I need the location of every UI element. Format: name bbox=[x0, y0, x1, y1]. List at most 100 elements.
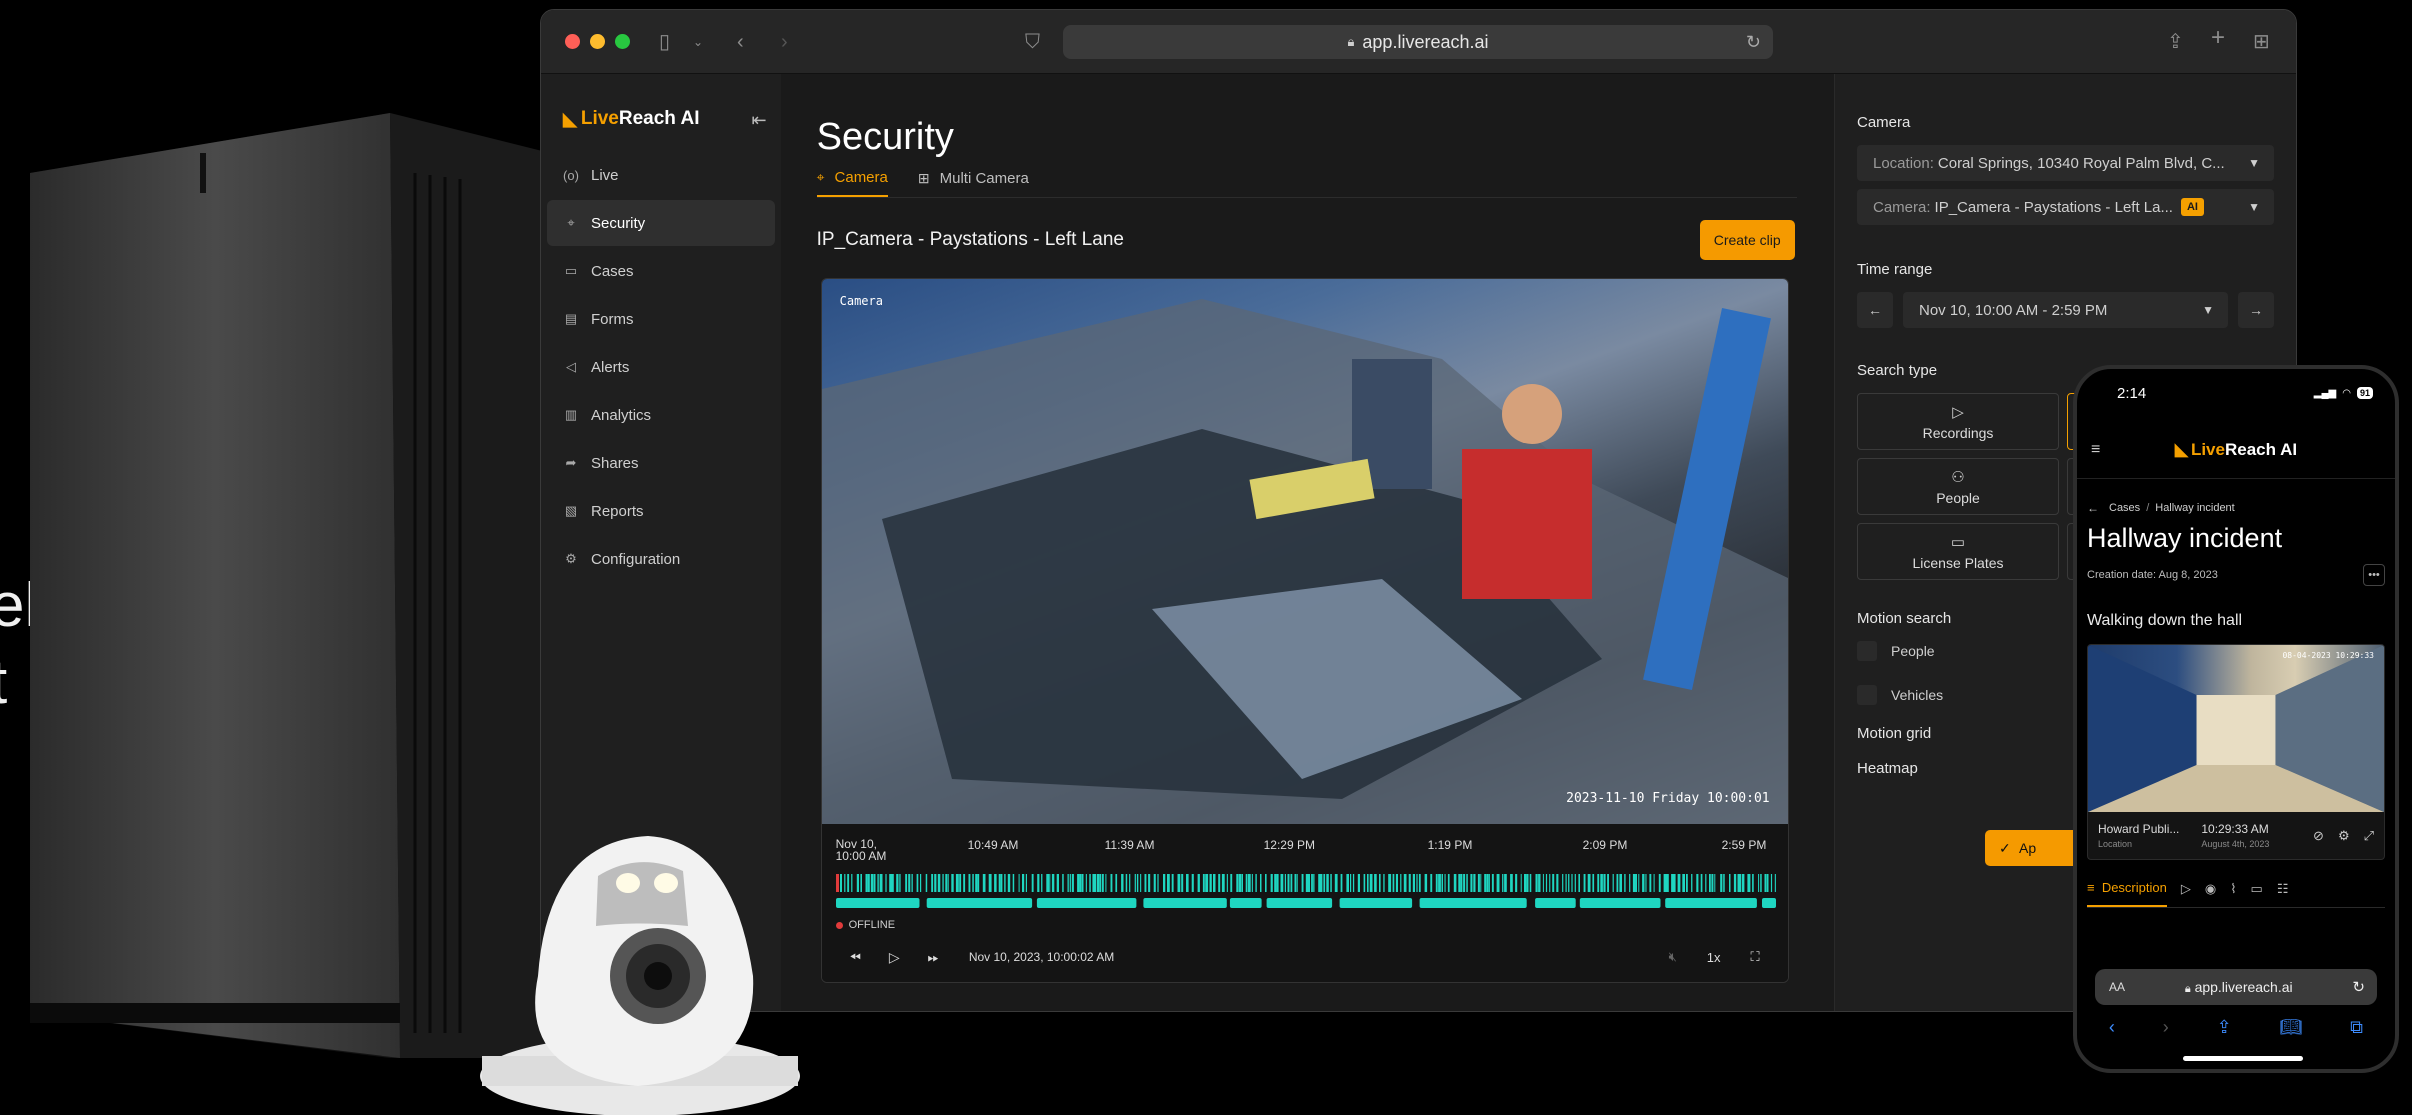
shield-icon[interactable]: ⛉ bbox=[1025, 32, 1040, 52]
activity-mark bbox=[1134, 874, 1136, 892]
share-icon[interactable]: ⇪ bbox=[2167, 32, 2184, 52]
activity-mark bbox=[1477, 874, 1480, 892]
sidebar-item-reports[interactable]: ▧ Reports bbox=[547, 488, 775, 534]
activity-mark bbox=[1623, 874, 1626, 892]
maximize-window-button[interactable] bbox=[615, 34, 630, 49]
activity-mark bbox=[1470, 874, 1473, 892]
timeline-tick: Nov 10, 10:00 AM bbox=[835, 837, 887, 863]
activity-mark bbox=[1649, 874, 1651, 892]
activity-mark bbox=[1713, 874, 1715, 892]
search-type-license-plates[interactable]: ▭ License Plates bbox=[1857, 523, 2059, 580]
search-type-label: Recordings bbox=[1922, 424, 1994, 441]
offline-dot bbox=[835, 921, 843, 929]
forward-arrow-icon[interactable]: › bbox=[2163, 1017, 2169, 1038]
fast-forward-icon[interactable]: ⏩︎ bbox=[928, 949, 939, 966]
address-bar[interactable]: 🔒︎ app.livereach.ai ↻ bbox=[1063, 25, 1773, 59]
activity-mark bbox=[1067, 874, 1069, 892]
activity-mark bbox=[1040, 874, 1043, 892]
sidebar-item-cases[interactable]: ▭ Cases bbox=[547, 248, 775, 294]
activity-mark bbox=[1290, 874, 1292, 892]
reload-icon[interactable]: ↻ bbox=[1746, 32, 1761, 53]
tab-description[interactable]: ≡ Description bbox=[2087, 880, 2167, 907]
tab-list-icon[interactable]: ☷ bbox=[2277, 881, 2289, 907]
apply-button[interactable]: ✓ Ap bbox=[1985, 830, 2085, 866]
activity-mark bbox=[1551, 874, 1554, 892]
tab-attachments-icon[interactable]: ⌇ bbox=[2230, 881, 2236, 907]
camera-select[interactable]: Camera: IP_Camera - Paystations - Left L… bbox=[1857, 189, 2274, 225]
phone-address-bar[interactable]: AA 🔒︎ app.livereach.ai ↻ bbox=[2095, 969, 2377, 1005]
brand-logo[interactable]: ◣ Live Reach AI bbox=[563, 104, 781, 134]
sidebar-item-live[interactable]: (o) Live bbox=[547, 152, 775, 198]
next-range-button[interactable]: → bbox=[2238, 292, 2274, 328]
share-icon[interactable]: ⇪ bbox=[2217, 1017, 2232, 1038]
clip-card[interactable]: 08-04-2023 10:29:33 Howard Publi... Loca… bbox=[2087, 644, 2385, 860]
collapse-sidebar-icon[interactable]: ⇤ bbox=[752, 110, 767, 131]
play-icon[interactable]: ▷ bbox=[889, 949, 900, 966]
sidebar-item-configuration[interactable]: ⚙ Configuration bbox=[547, 536, 775, 582]
activity-mark bbox=[895, 874, 899, 892]
motion-people-checkbox[interactable] bbox=[1857, 641, 1877, 661]
mute-icon[interactable]: 🔇︎ bbox=[1669, 949, 1677, 965]
hide-icon[interactable]: ⊘ bbox=[2313, 828, 2324, 844]
activity-bars[interactable] bbox=[835, 872, 1776, 910]
search-type-recordings[interactable]: ▷ Recordings bbox=[1857, 393, 2059, 450]
bookmarks-icon[interactable]: 📖︎ bbox=[2279, 1017, 2302, 1038]
tab-folder-icon[interactable]: ▭ bbox=[2251, 881, 2263, 907]
expand-icon[interactable]: ⤢ bbox=[2364, 828, 2374, 844]
forward-arrow-icon[interactable]: › bbox=[781, 32, 788, 52]
rewind-icon[interactable]: ⏪︎ bbox=[850, 949, 861, 966]
wifi-icon: ◠ bbox=[2342, 387, 2351, 399]
more-options-icon[interactable]: ••• bbox=[2363, 564, 2385, 586]
timeline[interactable]: Nov 10, 10:00 AM 10:49 AM 11:39 AM 12:29… bbox=[821, 824, 1788, 982]
reader-mode-button[interactable]: AA bbox=[2109, 980, 2125, 994]
back-arrow-icon[interactable]: ‹ bbox=[2109, 1017, 2115, 1038]
hallway-clip-thumbnail[interactable]: 08-04-2023 10:29:33 bbox=[2088, 645, 2384, 812]
activity-mark bbox=[955, 874, 959, 892]
create-clip-button[interactable]: Create clip bbox=[1699, 220, 1795, 260]
close-window-button[interactable] bbox=[565, 34, 580, 49]
previous-range-button[interactable]: ← bbox=[1857, 292, 1893, 328]
tab-overview-icon[interactable]: ⊞ bbox=[2253, 32, 2270, 52]
time-range-select[interactable]: Nov 10, 10:00 AM - 2:59 PM ▼ bbox=[1903, 292, 2228, 328]
activity-segment bbox=[1664, 898, 1757, 908]
fullscreen-icon[interactable]: ⛶ bbox=[1751, 949, 1760, 965]
sidebar-toggle-icon[interactable]: ▯ bbox=[659, 32, 670, 52]
activity-mark bbox=[1523, 874, 1526, 892]
activity-mark bbox=[1036, 874, 1040, 892]
camera-feed-scene bbox=[821, 299, 1788, 824]
sidebar-item-shares[interactable]: ➦ Shares bbox=[547, 440, 775, 486]
camera-icon: ⌖ bbox=[816, 169, 825, 185]
reload-icon[interactable]: ↻ bbox=[2352, 978, 2365, 996]
tab-photos-icon[interactable]: ◉ bbox=[2205, 881, 2216, 907]
tab-videos-icon[interactable]: ▷ bbox=[2181, 881, 2191, 907]
activity-mark bbox=[1670, 874, 1674, 892]
phone-brand-logo[interactable]: ◣ Live Reach AI bbox=[2175, 440, 2297, 460]
sidebar-item-security[interactable]: ⌖ Security bbox=[547, 200, 775, 246]
activity-mark bbox=[1139, 874, 1141, 892]
chevron-down-icon[interactable]: ⌄ bbox=[693, 32, 703, 52]
camera-feed[interactable]: Camera 2023-11-10 Friday 10:00:01 bbox=[821, 279, 1788, 824]
activity-segment bbox=[1266, 898, 1332, 908]
back-arrow-icon[interactable]: ‹ bbox=[737, 32, 744, 52]
motion-vehicles-checkbox[interactable] bbox=[1857, 685, 1877, 705]
playback-speed[interactable]: 1x bbox=[1707, 950, 1721, 965]
location-select[interactable]: Location: Coral Springs, 10340 Royal Pal… bbox=[1857, 145, 2274, 181]
sidebar-item-forms[interactable]: ▤ Forms bbox=[547, 296, 775, 342]
playback-time: Nov 10, 2023, 10:00:02 AM bbox=[968, 950, 1115, 964]
activity-mark bbox=[1685, 874, 1688, 892]
tab-multi-camera[interactable]: ⊞ Multi Camera bbox=[918, 169, 1029, 197]
tabs-icon[interactable]: ⧉ bbox=[2350, 1017, 2363, 1038]
tab-camera[interactable]: ⌖ Camera bbox=[816, 169, 888, 197]
sidebar-item-analytics[interactable]: ▥ Analytics bbox=[547, 392, 775, 438]
minimize-window-button[interactable] bbox=[590, 34, 605, 49]
new-tab-icon[interactable]: + bbox=[2211, 26, 2225, 50]
sidebar-item-alerts[interactable]: ◁ Alerts bbox=[547, 344, 775, 390]
menu-icon[interactable]: ≡ bbox=[2091, 441, 2100, 459]
back-arrow-icon[interactable]: ← bbox=[2087, 501, 2099, 515]
activity-mark bbox=[907, 874, 910, 892]
gear-icon[interactable]: ⚙ bbox=[2338, 828, 2350, 844]
search-type-people[interactable]: ⚇ People bbox=[1857, 458, 2059, 515]
activity-mark bbox=[1162, 874, 1165, 892]
activity-mark bbox=[1340, 874, 1343, 892]
breadcrumb-parent[interactable]: Cases bbox=[2109, 502, 2140, 514]
